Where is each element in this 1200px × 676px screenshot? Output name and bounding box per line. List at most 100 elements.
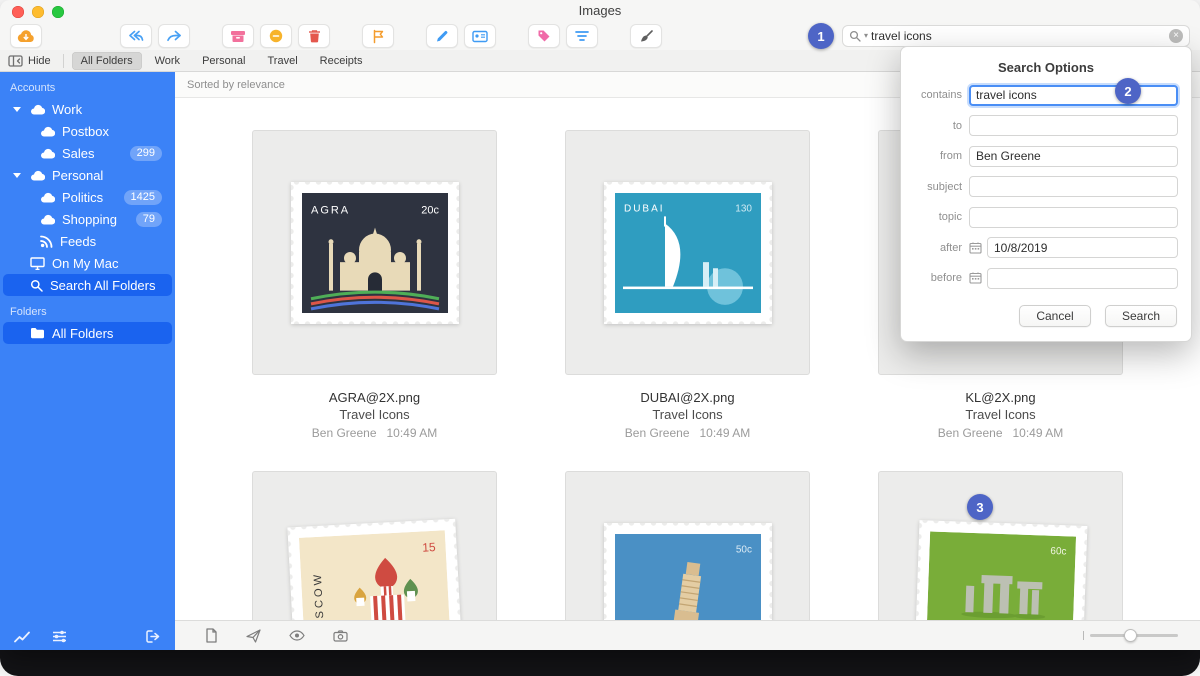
sidebar-item-postbox[interactable]: Postbox <box>3 120 172 142</box>
sidebar: Accounts Work Postbox Sales 299 Personal <box>0 72 175 650</box>
field-label: before <box>914 272 962 284</box>
subject-input[interactable] <box>969 176 1178 197</box>
to-input[interactable] <box>969 115 1178 136</box>
camera-icon[interactable] <box>333 630 348 642</box>
logout-icon[interactable] <box>146 630 161 643</box>
sidebar-item-on-my-mac[interactable]: On My Mac <box>3 252 172 274</box>
stamp-stonehenge: 60c <box>914 520 1087 620</box>
send-icon[interactable] <box>246 629 261 643</box>
sidebar-bottom-toolbar <box>0 630 175 643</box>
image-thumbnail[interactable]: 50c <box>565 471 810 620</box>
filters-icon[interactable] <box>52 630 67 643</box>
image-thumbnail[interactable]: 15 MOSCOW <box>252 471 497 620</box>
tab-all-folders[interactable]: All Folders <box>72 52 142 70</box>
zoom-track[interactable] <box>1090 634 1178 637</box>
delete-button[interactable] <box>298 24 330 48</box>
hide-sidebar-button[interactable]: Hide <box>8 55 51 67</box>
junk-button[interactable] <box>260 24 292 48</box>
zoom-slider-handle[interactable] <box>1124 629 1137 642</box>
close-button[interactable] <box>12 6 24 18</box>
image-filename: KL@2X.png <box>938 390 1063 405</box>
before-date-input[interactable] <box>987 268 1178 289</box>
sidebar-item-work[interactable]: Work <box>3 98 172 120</box>
field-row-from: from <box>914 146 1178 167</box>
image-card[interactable]: 15 MOSCOW <box>252 471 497 620</box>
from-input[interactable] <box>969 146 1178 167</box>
sidebar-item-label: Work <box>52 102 82 117</box>
sidebar-item-shopping[interactable]: Shopping 79 <box>3 208 172 230</box>
topics-button[interactable] <box>566 24 598 48</box>
disclosure-triangle-icon[interactable] <box>10 107 23 112</box>
archive-button[interactable] <box>222 24 254 48</box>
image-card[interactable]: 60c <box>878 471 1123 620</box>
image-thumbnail[interactable]: 60c <box>878 471 1123 620</box>
field-label: to <box>914 120 962 132</box>
image-meta: Ben Greene 10:49 AM <box>312 426 437 440</box>
flag-icon <box>372 29 385 44</box>
search-input[interactable] <box>871 29 1166 43</box>
image-thumbnail[interactable]: DUBAI 130 <box>565 130 810 375</box>
folder-icon <box>30 327 45 339</box>
cancel-button[interactable]: Cancel <box>1019 305 1091 327</box>
sidebar-item-feeds[interactable]: Feeds <box>3 230 172 252</box>
contains-input[interactable] <box>969 85 1178 106</box>
reply-all-icon <box>127 29 145 43</box>
search-field[interactable]: ▾ × <box>842 25 1190 47</box>
tag-icon <box>537 29 551 43</box>
trash-icon <box>308 29 321 43</box>
tag-button[interactable] <box>528 24 560 48</box>
disclosure-triangle-icon[interactable] <box>10 173 23 178</box>
calendar-icon[interactable] <box>969 242 982 254</box>
cloud-icon <box>40 148 55 159</box>
image-card[interactable]: DUBAI 130 DUBAI@2X.p <box>565 130 810 440</box>
field-label: contains <box>914 89 962 101</box>
sidebar-item-politics[interactable]: Politics 1425 <box>3 186 172 208</box>
cleanup-button[interactable] <box>630 24 662 48</box>
image-time: 10:49 AM <box>1013 426 1064 440</box>
contacts-button[interactable] <box>464 24 496 48</box>
image-collection: Travel Icons <box>938 407 1063 422</box>
preview-eye-icon[interactable] <box>289 630 305 641</box>
tab-work[interactable]: Work <box>146 52 189 70</box>
forward-button[interactable] <box>158 24 190 48</box>
sidebar-item-search-all-folders[interactable]: Search All Folders <box>3 274 172 296</box>
image-caption: KL@2X.png Travel Icons Ben Greene 10:49 … <box>938 390 1063 440</box>
clear-search-button[interactable]: × <box>1169 29 1183 43</box>
topic-input[interactable] <box>969 207 1178 228</box>
sidebar-item-sales[interactable]: Sales 299 <box>3 142 172 164</box>
desktop: Images <box>0 0 1200 676</box>
document-icon[interactable] <box>205 628 218 643</box>
image-card[interactable]: 50c <box>565 471 810 620</box>
tab-travel[interactable]: Travel <box>258 52 306 70</box>
callout-1: 1 <box>808 23 834 49</box>
pencil-icon <box>435 29 449 43</box>
get-mail-button[interactable] <box>10 24 42 48</box>
sidebar-item-all-folders[interactable]: All Folders <box>3 322 172 344</box>
sidebar-item-label: Postbox <box>62 124 109 139</box>
tab-receipts[interactable]: Receipts <box>311 52 372 70</box>
compose-button[interactable] <box>426 24 458 48</box>
sidebar-item-personal[interactable]: Personal <box>3 164 172 186</box>
sidebar-item-label: Sales <box>62 146 95 161</box>
calendar-icon[interactable] <box>969 272 982 284</box>
sidebar-item-label: Shopping <box>62 212 117 227</box>
after-date-input[interactable] <box>987 237 1178 258</box>
field-row-subject: subject <box>914 176 1178 197</box>
reply-all-button[interactable] <box>120 24 152 48</box>
zoom-button[interactable] <box>52 6 64 18</box>
zoom-slider[interactable] <box>1083 631 1179 640</box>
field-row-topic: topic <box>914 207 1178 228</box>
minimize-button[interactable] <box>32 6 44 18</box>
stats-icon[interactable] <box>14 631 30 643</box>
cloud-icon <box>30 170 45 181</box>
image-card[interactable]: AGRA 20c <box>252 130 497 440</box>
tab-personal[interactable]: Personal <box>193 52 254 70</box>
field-row-after: after <box>914 237 1178 258</box>
cloud-download-icon <box>17 29 35 43</box>
chevron-down-icon[interactable]: ▾ <box>864 32 868 40</box>
flag-button[interactable] <box>362 24 394 48</box>
search-button[interactable]: Search <box>1105 305 1177 327</box>
callout-3: 3 <box>967 494 993 520</box>
unread-badge: 299 <box>130 146 162 161</box>
image-thumbnail[interactable]: AGRA 20c <box>252 130 497 375</box>
